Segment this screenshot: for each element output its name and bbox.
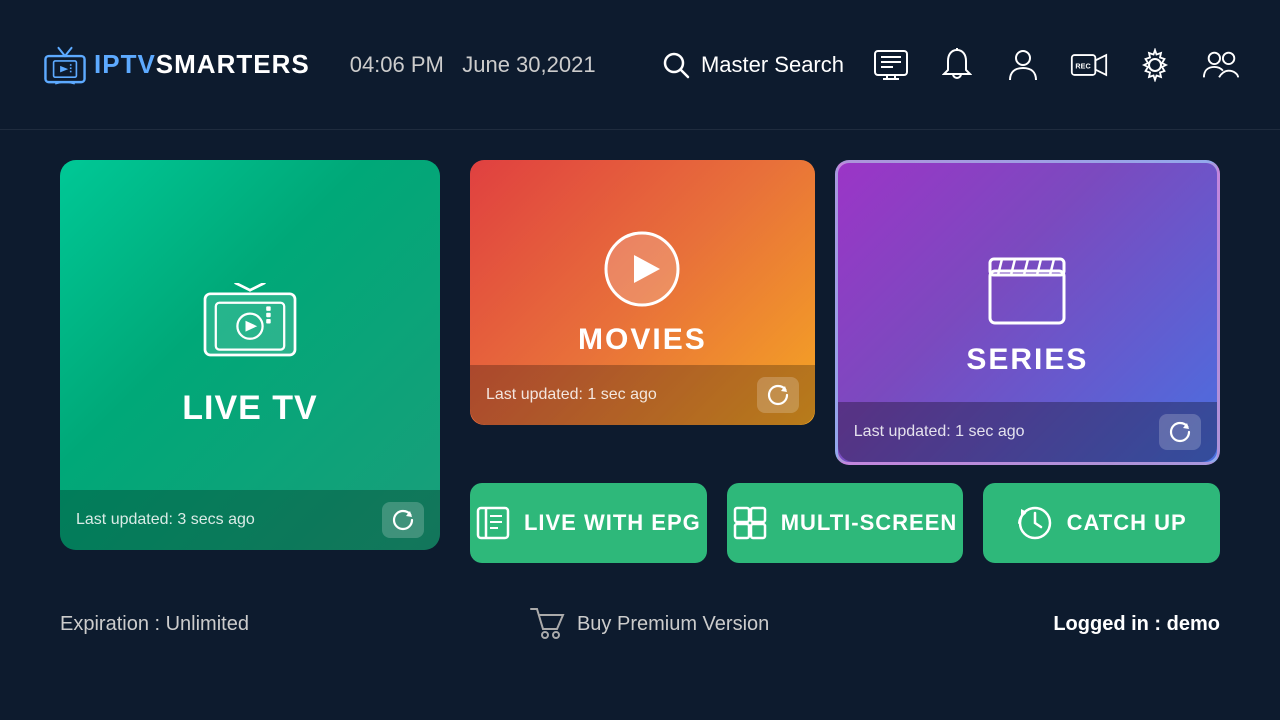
bottom-buttons-row: LIVE WITH EPG MULTI-SCREEN xyxy=(470,483,1220,563)
movies-updated: Last updated: 1 sec ago xyxy=(486,386,657,404)
logo-tv-icon xyxy=(40,43,90,87)
person-icon xyxy=(1008,48,1038,82)
master-search-button[interactable]: Master Search xyxy=(661,50,844,80)
live-with-epg-button[interactable]: LIVE WITH EPG xyxy=(470,483,707,563)
search-icon xyxy=(661,50,691,80)
header-right: Master Search xyxy=(661,46,1240,84)
logged-in-user: demo xyxy=(1167,613,1220,635)
movies-title: MOVIES xyxy=(578,323,707,357)
movies-play-icon xyxy=(602,229,682,309)
movies-footer: Last updated: 1 sec ago xyxy=(470,365,815,425)
series-footer: Last updated: 1 sec ago xyxy=(838,402,1217,462)
profile-button[interactable] xyxy=(1004,46,1042,84)
multi-screen-icon xyxy=(733,506,767,540)
live-tv-refresh-button[interactable] xyxy=(382,502,424,538)
bell-icon xyxy=(942,48,972,82)
epg-icon-button[interactable] xyxy=(872,46,910,84)
main-content: LIVE TV Last updated: 3 secs ago xyxy=(0,130,1280,563)
cards-row: LIVE TV Last updated: 3 secs ago xyxy=(60,160,1220,563)
cart-icon xyxy=(529,607,565,641)
live-tv-updated: Last updated: 3 secs ago xyxy=(76,511,255,529)
multi-screen-label: MULTI-SCREEN xyxy=(781,510,958,536)
buy-premium-button[interactable]: Buy Premium Version xyxy=(529,607,769,641)
record-button[interactable]: REC xyxy=(1070,46,1108,84)
settings-button[interactable] xyxy=(1136,46,1174,84)
live-tv-title: LIVE TV xyxy=(182,389,317,428)
live-tv-footer: Last updated: 3 secs ago xyxy=(60,490,440,550)
expiration-text: Expiration : Unlimited xyxy=(60,613,249,636)
epg-book-icon xyxy=(476,506,510,540)
series-updated: Last updated: 1 sec ago xyxy=(854,423,1025,441)
epg-icon xyxy=(873,49,909,81)
footer: Expiration : Unlimited Buy Premium Versi… xyxy=(0,587,1280,641)
series-clapperboard-icon xyxy=(982,249,1072,329)
live-with-epg-label: LIVE WITH EPG xyxy=(524,510,701,536)
series-card[interactable]: SERIES Last updated: 1 sec ago xyxy=(835,160,1220,465)
movies-refresh-button[interactable] xyxy=(757,377,799,413)
record-icon: REC xyxy=(1070,50,1108,80)
logged-in-label: Logged in : xyxy=(1053,613,1166,635)
catch-up-label: CATCH UP xyxy=(1067,510,1187,536)
series-refresh-button[interactable] xyxy=(1159,414,1201,450)
gear-icon xyxy=(1138,48,1172,82)
notification-bell-button[interactable] xyxy=(938,46,976,84)
switch-user-icon xyxy=(1202,48,1240,82)
refresh-icon xyxy=(392,509,414,531)
catch-up-icon xyxy=(1017,505,1053,541)
search-label: Master Search xyxy=(701,52,844,78)
logged-in-text: Logged in : demo xyxy=(1053,613,1220,636)
movies-card[interactable]: MOVIES Last updated: 1 sec ago xyxy=(470,160,815,425)
live-tv-icon xyxy=(195,283,305,373)
live-tv-card[interactable]: LIVE TV Last updated: 3 secs ago xyxy=(60,160,440,550)
header: IPTVSMARTERS 04:06 PM June 30,2021 Maste… xyxy=(0,0,1280,130)
logo-text: IPTVSMARTERS xyxy=(94,49,310,80)
datetime: 04:06 PM June 30,2021 xyxy=(350,52,596,78)
refresh-icon xyxy=(767,384,789,406)
series-title: SERIES xyxy=(966,343,1088,377)
buy-premium-label: Buy Premium Version xyxy=(577,613,769,636)
catch-up-button[interactable]: CATCH UP xyxy=(983,483,1220,563)
switch-user-button[interactable] xyxy=(1202,46,1240,84)
right-column: MOVIES Last updated: 1 sec ago xyxy=(470,160,1220,563)
top-cards-row: MOVIES Last updated: 1 sec ago xyxy=(470,160,1220,465)
refresh-icon xyxy=(1169,421,1191,443)
logo: IPTVSMARTERS xyxy=(40,43,310,87)
multi-screen-button[interactable]: MULTI-SCREEN xyxy=(727,483,964,563)
svg-text:REC: REC xyxy=(1075,61,1091,70)
